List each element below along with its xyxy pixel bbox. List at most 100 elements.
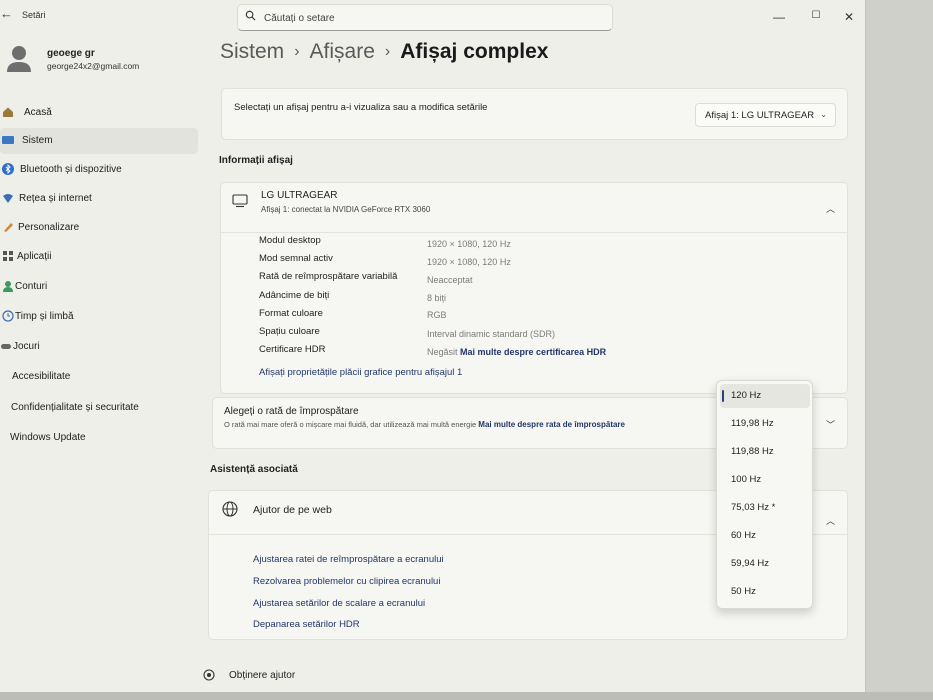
refresh-rate-info-link[interactable]: Mai multe despre rata de împrospătare [478, 420, 625, 429]
refresh-rate-description: O rată mai mare oferă o mișcare mai flui… [224, 420, 625, 429]
sidebar-item-label: Rețea și internet [19, 193, 92, 204]
minimize-button[interactable]: — [770, 10, 788, 24]
info-row: Format culoare RGB [259, 308, 819, 326]
info-value: 1920 × 1080, 120 Hz [427, 257, 511, 267]
refresh-rate-option[interactable]: 120 Hz [720, 384, 810, 408]
info-value: RGB [427, 310, 447, 320]
hdr-certification-value: Negăsit [427, 347, 458, 357]
sidebar-item-label: Aplicații [17, 251, 52, 262]
sidebar-item-label: Windows Update [10, 432, 86, 443]
sidebar-item-label: Timp și limbă [15, 311, 74, 322]
info-row: Certificare HDR Negăsit Mai multe despre… [259, 344, 819, 362]
info-key: Spațiu culoare [259, 326, 320, 337]
sidebar-item-label: Jocuri [13, 341, 40, 352]
sidebar-item-accessibility[interactable]: Accesibilitate [0, 364, 198, 390]
system-icon [2, 136, 14, 144]
refresh-rate-option[interactable]: 119,98 Hz [720, 412, 810, 436]
sidebar-item-label: Bluetooth și dispozitive [20, 164, 122, 175]
info-key: Modul desktop [259, 235, 321, 246]
sidebar-item-apps[interactable]: Aplicații [0, 244, 198, 270]
close-button[interactable]: ✕ [840, 10, 858, 24]
help-link-scaling[interactable]: Ajustarea setărilor de scalare a ecranul… [253, 598, 425, 609]
refresh-rate-option[interactable]: 100 Hz [720, 468, 810, 492]
help-link-refresh-rate[interactable]: Ajustarea ratei de reîmprospătare a ecra… [253, 554, 444, 565]
refresh-rate-option[interactable]: 50 Hz [720, 580, 810, 604]
sidebar-item-bluetooth[interactable]: Bluetooth și dispozitive [0, 157, 198, 183]
refresh-rate-description-text: O rată mai mare oferă o mișcare mai flui… [224, 420, 477, 429]
breadcrumb-separator-icon: › [294, 43, 300, 60]
search-icon [245, 10, 256, 21]
monitor-connection: Afișaj 1: conectat la NVIDIA GeForce RTX… [261, 205, 431, 214]
help-icon [203, 669, 215, 681]
display-dropdown-value: Afișaj 1: LG ULTRAGEAR [705, 110, 815, 121]
sidebar-item-label: Personalizare [18, 222, 80, 233]
refresh-rate-dropdown-list[interactable]: 120 Hz 119,98 Hz 119,88 Hz 100 Hz 75,03 … [716, 380, 813, 609]
globe-icon [222, 501, 238, 517]
info-key: Mod semnal activ [259, 253, 333, 264]
back-arrow-icon[interactable]: ← [0, 6, 13, 21]
info-key: Rată de reîmprospătare variabilă [259, 271, 398, 282]
search-box[interactable] [237, 4, 613, 31]
get-help-label: Obținere ajutor [229, 670, 296, 681]
info-row: Adâncime de biți 8 biți [259, 290, 819, 308]
sidebar-item-home[interactable]: Acasă [0, 100, 198, 126]
user-name: geoege gr [47, 48, 95, 59]
chevron-down-icon: ⌄ [820, 110, 827, 119]
breadcrumb-separator-icon: › [384, 43, 391, 60]
display-dropdown[interactable]: Afișaj 1: LG ULTRAGEAR ⌄ [695, 103, 836, 127]
info-row: Spațiu culoare Interval dinamic standard… [259, 326, 819, 344]
refresh-rate-option[interactable]: 75,03 Hz * [720, 496, 810, 520]
sidebar-item-accounts[interactable]: Conturi [0, 274, 198, 300]
sidebar-item-label: Accesibilitate [12, 371, 71, 382]
home-icon [3, 107, 13, 117]
title-bar: ← Setări — ☐ ✕ [0, 0, 865, 34]
web-help-title: Ajutor de pe web [253, 504, 332, 516]
sidebar-item-privacy[interactable]: Confidențialitate și securitate [0, 395, 198, 421]
sidebar-item-windows-update[interactable]: Windows Update [0, 425, 198, 451]
breadcrumb: Sistem › Afișare › Afișaj complex [220, 40, 548, 64]
sidebar-item-system[interactable]: Sistem [0, 128, 198, 154]
sidebar-item-time-language[interactable]: Timp și limbă [0, 304, 198, 330]
refresh-rate-option[interactable]: 59,94 Hz [720, 552, 810, 576]
breadcrumb-system[interactable]: Sistem [220, 40, 284, 63]
breadcrumb-display[interactable]: Afișare [310, 40, 375, 63]
display-select-card: Selectați un afișaj pentru a-i vizualiza… [221, 88, 848, 140]
info-key: Format culoare [259, 308, 323, 319]
sidebar-item-label: Acasă [24, 107, 52, 118]
accounts-icon [3, 281, 13, 292]
help-link-hdr[interactable]: Depanarea setărilor HDR [253, 619, 360, 630]
maximize-button[interactable]: ☐ [807, 10, 825, 21]
info-value: 1920 × 1080, 120 Hz [427, 239, 511, 249]
sidebar-item-label: Conturi [15, 281, 48, 292]
info-value: Interval dinamic standard (SDR) [427, 329, 556, 339]
info-row: Modul desktop 1920 × 1080, 120 Hz [259, 235, 819, 253]
bluetooth-icon [2, 163, 14, 175]
display-select-label: Selectați un afișaj pentru a-i vizualiza… [234, 102, 488, 113]
time-language-icon [2, 310, 14, 322]
related-support-section-title: Asistență asociată [210, 464, 298, 475]
monitor-name: LG ULTRAGEAR [261, 190, 338, 201]
page-title: Afișaj complex [400, 40, 549, 63]
hdr-certification-link[interactable]: Mai multe despre certificarea HDR [460, 347, 606, 357]
monitor-bezel [0, 692, 933, 700]
chevron-down-icon[interactable]: ﹀ [826, 418, 835, 431]
gpu-properties-link[interactable]: Afișați proprietățile plăcii grafice pen… [259, 367, 462, 378]
settings-window: ← Setări — ☐ ✕ geoege gr george24x2@gmai… [0, 0, 866, 692]
app-title: Setări [22, 10, 46, 20]
display-info-section-title: Informații afișaj [219, 155, 293, 166]
sidebar-item-personalization[interactable]: Personalizare [0, 215, 198, 241]
search-input[interactable] [264, 9, 594, 27]
chevron-up-icon[interactable]: ︿ [826, 514, 835, 527]
sidebar-item-network[interactable]: Rețea și internet [0, 186, 198, 212]
info-key: Certificare HDR [259, 344, 326, 355]
info-key: Adâncime de biți [259, 290, 330, 301]
monitor-icon [232, 194, 248, 208]
display-info-header[interactable]: LG ULTRAGEAR Afișaj 1: conectat la NVIDI… [221, 183, 847, 233]
sidebar-item-gaming[interactable]: Jocuri [0, 334, 198, 360]
chevron-up-icon[interactable]: ︿ [826, 202, 835, 215]
help-link-flicker[interactable]: Rezolvarea problemelor cu clipirea ecran… [253, 576, 440, 587]
refresh-rate-option[interactable]: 119,88 Hz [720, 440, 810, 464]
personalization-icon [4, 223, 13, 232]
refresh-rate-option[interactable]: 60 Hz [720, 524, 810, 548]
sidebar-item-label: Sistem [22, 135, 53, 146]
